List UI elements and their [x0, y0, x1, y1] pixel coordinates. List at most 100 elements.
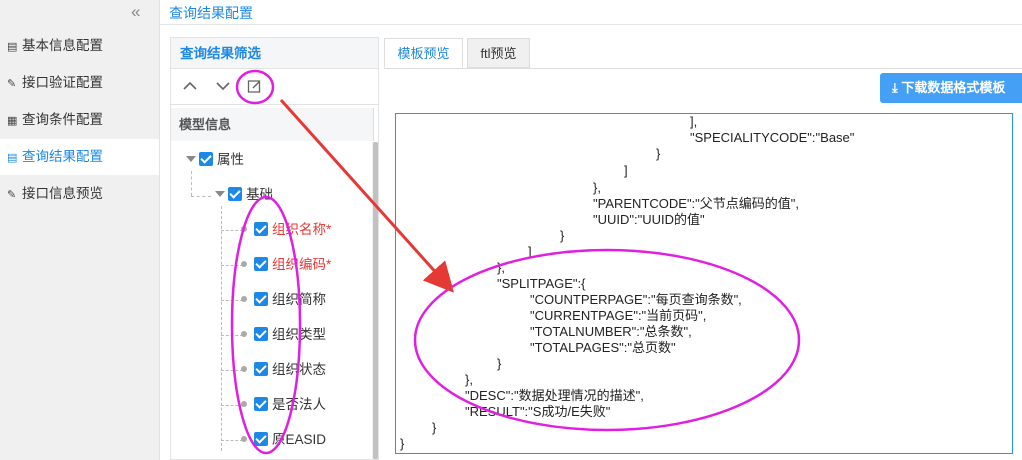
- tree-connector: [221, 370, 243, 371]
- code-line: },: [497, 260, 505, 275]
- tree-connector: [221, 265, 243, 266]
- leaf-dot-icon: [241, 296, 247, 302]
- sidebar-item-label: 查询条件配置: [22, 112, 103, 127]
- tree-node-label: 基础: [246, 187, 273, 202]
- code-line: }: [560, 228, 565, 243]
- sidebar-item-basic-info[interactable]: ▤ 基本信息配置: [0, 28, 159, 64]
- list-icon: ▤: [7, 152, 18, 164]
- code-line: ],: [690, 114, 698, 129]
- tree-node-basic[interactable]: 基础: [215, 185, 273, 205]
- grid-icon: ▦: [7, 115, 18, 127]
- sidebar-item-query-results[interactable]: ▤ 查询结果配置: [0, 139, 159, 175]
- tree-node-label: 组织名称*: [272, 222, 332, 237]
- download-template-button[interactable]: ⤓ 下载数据格式模板: [880, 73, 1022, 103]
- tree-header: 模型信息: [171, 108, 374, 141]
- code-line: "DESC":"数据处理情况的描述",: [465, 388, 644, 403]
- code-line: "CURRENTPAGE":"当前页码",: [530, 308, 707, 323]
- leaf-dot-icon: [241, 331, 247, 337]
- result-filter-panel: 查询结果筛选 模型信息 属性 基础 组织名称* 组织编码* 组织简称 组织类型 …: [170, 37, 379, 460]
- tree-connector: [191, 196, 211, 197]
- sidebar-item-query-conditions[interactable]: ▦ 查询条件配置: [0, 102, 159, 138]
- code-line: }: [432, 420, 437, 435]
- checkbox[interactable]: [254, 362, 268, 376]
- tree-node-field[interactable]: 组织简称: [241, 290, 326, 310]
- tab-ftl-preview[interactable]: ftl预览: [467, 38, 530, 68]
- code-line: "SPLITPAGE":{: [497, 276, 586, 291]
- checkbox[interactable]: [254, 432, 268, 446]
- move-up-icon[interactable]: [182, 78, 198, 99]
- sidebar-item-label: 接口信息预览: [22, 186, 103, 201]
- tree-node-label: 是否法人: [272, 397, 326, 412]
- leaf-dot-icon: [241, 226, 247, 232]
- leaf-dot-icon: [241, 436, 247, 442]
- leaf-dot-icon: [241, 261, 247, 267]
- checkbox[interactable]: [228, 187, 242, 201]
- code-line: ]: [528, 244, 532, 259]
- download-button-label: 下载数据格式模板: [901, 80, 1006, 95]
- preview-icon: ✎: [7, 189, 17, 201]
- document-icon: ▤: [7, 41, 18, 53]
- tree-connector: [221, 405, 243, 406]
- tree-node-label: 组织类型: [272, 327, 326, 342]
- code-line: },: [593, 180, 601, 195]
- expand-caret-icon[interactable]: [186, 156, 196, 162]
- tree-connector: [221, 300, 243, 301]
- tree-node-label: 原EASID: [272, 432, 327, 447]
- tab-template-preview[interactable]: 模板预览: [384, 38, 463, 68]
- leaf-dot-icon: [241, 366, 247, 372]
- checkbox[interactable]: [254, 397, 268, 411]
- tree-node-label: 组织状态: [272, 362, 326, 377]
- code-line: "SPECIALITYCODE":"Base": [690, 130, 855, 145]
- code-line: "TOTALPAGES":"总页数": [530, 340, 676, 355]
- divider: [384, 68, 1022, 69]
- divider: [160, 24, 1022, 25]
- tree-node-field[interactable]: 是否法人: [241, 395, 326, 415]
- code-line: "PARENTCODE":"父节点编码的值",: [593, 196, 800, 211]
- tree-node-field[interactable]: 组织状态: [241, 360, 326, 380]
- edit-icon[interactable]: [247, 79, 262, 99]
- code-line: "TOTALNUMBER":"总条数",: [530, 324, 692, 339]
- checkbox[interactable]: [254, 327, 268, 341]
- panel-title: 查询结果筛选: [171, 38, 378, 69]
- pen-icon: ✎: [7, 78, 17, 90]
- tree-node-field[interactable]: 组织编码*: [241, 255, 331, 275]
- download-icon: ⤓: [892, 80, 902, 95]
- tree-node-field[interactable]: 组织名称*: [241, 220, 331, 240]
- checkbox[interactable]: [254, 257, 268, 271]
- checkbox[interactable]: [199, 152, 213, 166]
- leaf-dot-icon: [241, 401, 247, 407]
- code-line: },: [465, 372, 473, 387]
- checkbox[interactable]: [254, 222, 268, 236]
- collapse-icon[interactable]: «: [131, 2, 140, 22]
- tree-node-label: 组织简称: [272, 292, 326, 307]
- tree-node-label: 组织编码*: [272, 257, 332, 272]
- code-line: "UUID":"UUID的值": [593, 212, 705, 227]
- sidebar-item-label: 接口验证配置: [22, 75, 103, 90]
- sidebar: « ▤ 基本信息配置 ✎ 接口验证配置 ▦ 查询条件配置 ▤ 查询结果配置 ✎ 接口信息预…: [0, 0, 160, 460]
- code-line: }: [497, 356, 502, 371]
- template-preview-code[interactable]: ], "SPECIALITYCODE":"Base" } ] }, "PAREN…: [395, 113, 1013, 454]
- code-line: }: [400, 436, 405, 451]
- sidebar-item-label: 查询结果配置: [22, 149, 103, 164]
- sidebar-item-interface-preview[interactable]: ✎ 接口信息预览: [0, 176, 159, 212]
- tree-node-field[interactable]: 原EASID: [241, 430, 326, 450]
- scrollbar-thumb[interactable]: [373, 142, 378, 459]
- checkbox[interactable]: [254, 292, 268, 306]
- tree-node-attributes[interactable]: 属性: [186, 150, 244, 170]
- sidebar-item-interface-verify[interactable]: ✎ 接口验证配置: [0, 65, 159, 101]
- tree-node-field[interactable]: 组织类型: [241, 325, 326, 345]
- move-down-icon[interactable]: [215, 78, 231, 99]
- code-line: }: [656, 146, 661, 161]
- code-line: "COUNTPERPAGE":"每页查询条数",: [530, 292, 742, 307]
- page-title: 查询结果配置: [169, 5, 253, 21]
- sidebar-item-label: 基本信息配置: [22, 38, 103, 53]
- code-line: "RESULT":"S成功/E失败": [465, 404, 611, 419]
- tree-connector: [221, 335, 243, 336]
- divider: [171, 104, 378, 105]
- tree-connector: [221, 206, 222, 451]
- tree-connector: [221, 440, 243, 441]
- expand-caret-icon[interactable]: [215, 191, 225, 197]
- tree-connector: [221, 230, 243, 231]
- tree-node-label: 属性: [217, 152, 244, 167]
- tree-connector: [191, 171, 192, 196]
